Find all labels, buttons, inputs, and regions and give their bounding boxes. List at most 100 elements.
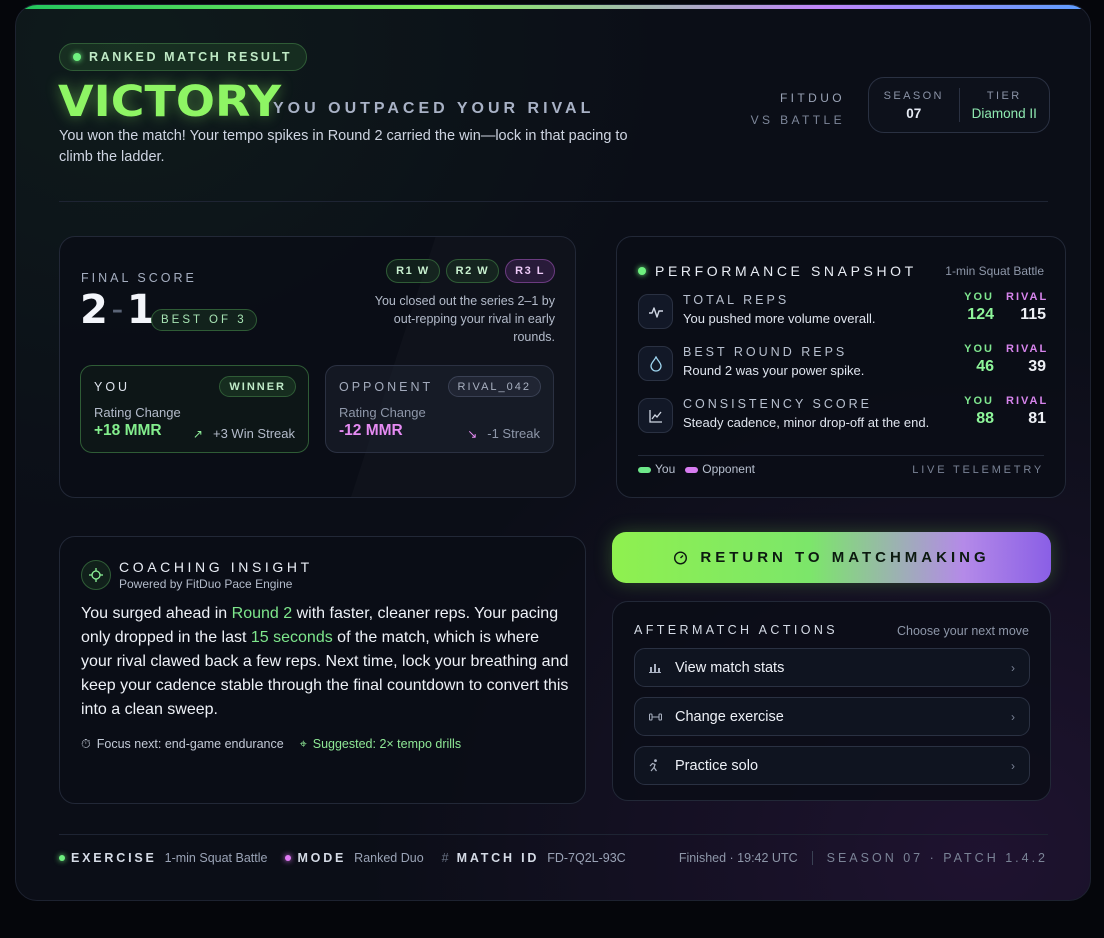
suggested-label: Suggested: 2× tempo drills <box>312 737 462 751</box>
rival-value: 81 <box>1028 410 1046 427</box>
timer-icon <box>674 551 688 565</box>
you-card: YOU WINNER Rating Change +18 MMR ↗ +3 Win… <box>80 365 309 453</box>
metric-you: YOU 46 <box>954 343 994 376</box>
brand-name: FITDUO <box>779 91 845 105</box>
status-dot-icon <box>73 53 81 61</box>
flame-icon <box>638 346 673 381</box>
opponent-mmr: -12 MMR <box>339 422 403 439</box>
finished-time: Finished · 19:42 UTC <box>678 851 798 865</box>
you-streak: ↗ +3 Win Streak <box>193 426 295 441</box>
divider <box>59 834 1048 835</box>
action-label: Practice solo <box>675 757 759 774</box>
opponent-label: OPPONENT <box>339 380 434 394</box>
metric-you: YOU 124 <box>954 291 994 324</box>
legend-you-label: You <box>655 462 676 476</box>
action-label: View match stats <box>675 659 785 676</box>
swatch-you <box>638 467 651 473</box>
rival-key: RIVAL <box>1006 291 1049 303</box>
target-icon <box>81 560 111 590</box>
dumbbell-icon <box>649 713 665 721</box>
result-title: VICTORY <box>58 77 282 127</box>
final-score-panel: FINAL SCORE 2–1 BEST OF 3 R1 W R2 W R3 L… <box>59 236 576 498</box>
performance-title-label: PERFORMANCE SNAPSHOT <box>655 263 917 279</box>
tier-label: TIER <box>986 89 1022 102</box>
score-you: 2 <box>80 287 108 333</box>
chevron-right-icon: › <box>1011 758 1015 773</box>
metric-desc: Steady cadence, minor drop-off at the en… <box>683 415 930 430</box>
round-chip-3: R3 L <box>505 259 555 283</box>
rival-key: RIVAL <box>1006 395 1049 407</box>
live-telemetry-label: LIVE TELEMETRY <box>912 464 1044 476</box>
season-cell: SEASON 07 <box>869 78 959 132</box>
divider <box>638 455 1044 456</box>
hash-icon: # <box>441 851 449 865</box>
metric-rival: RIVAL 39 <box>1006 343 1046 376</box>
accent-bar <box>16 5 1090 9</box>
round-chips: R1 W R2 W R3 L <box>386 259 555 283</box>
exercise-key: EXERCISE <box>71 851 157 865</box>
performance-panel: PERFORMANCE SNAPSHOT 1-min Squat Battle … <box>616 236 1066 498</box>
rating-change-label: Rating Change <box>94 405 181 420</box>
focus-next: ⏱ Focus next: end-game endurance <box>81 737 284 752</box>
you-key: YOU <box>964 343 994 355</box>
performance-subtitle: 1-min Squat Battle <box>945 264 1044 278</box>
metric-rival: RIVAL 115 <box>1006 291 1046 324</box>
you-mmr: +18 MMR <box>94 422 162 439</box>
you-value: 124 <box>967 306 994 323</box>
footer-meta: EXERCISE 1-min Squat Battle MODE Ranked … <box>59 851 644 865</box>
tier-cell: TIER Diamond II <box>960 78 1050 132</box>
change-exercise-button[interactable]: Change exercise › <box>634 697 1030 736</box>
legend-opponent: Opponent <box>685 462 755 476</box>
opponent-streak-label: -1 Streak <box>487 426 540 441</box>
metric-title: CONSISTENCY SCORE <box>683 397 872 411</box>
status-dot-icon <box>638 267 646 275</box>
score-dash: – <box>111 298 123 323</box>
performance-title: PERFORMANCE SNAPSHOT <box>638 263 917 279</box>
you-key: YOU <box>964 395 994 407</box>
footer-status: Finished · 19:42 UTC SEASON 07 · PATCH 1… <box>679 851 1048 865</box>
patch-label: SEASON 07 · PATCH 1.4.2 <box>826 851 1048 865</box>
match-id-key: MATCH ID <box>456 851 540 865</box>
series-note: You closed out the series 2–1 by out-rep… <box>374 294 555 344</box>
status-dot-icon <box>59 855 65 861</box>
aftermatch-panel: AFTERMATCH ACTIONS Choose your next move… <box>612 601 1051 801</box>
ranked-badge: RANKED MATCH RESULT <box>59 43 308 71</box>
metric-title: TOTAL REPS <box>683 293 790 307</box>
action-label: Change exercise <box>675 708 784 725</box>
metric-best-round: BEST ROUND REPS Round 2 was your power s… <box>638 343 1046 383</box>
mode-value: Ranked Duo <box>354 851 424 865</box>
return-to-matchmaking-button[interactable]: RETURN TO MATCHMAKING <box>612 532 1051 583</box>
tier-value: Diamond II <box>971 105 1037 121</box>
season-label: SEASON <box>883 89 944 102</box>
chart-icon <box>638 398 673 433</box>
brand-mode: VS BATTLE <box>750 113 845 127</box>
view-match-stats-button[interactable]: View match stats › <box>634 648 1030 687</box>
round-chip-1: R1 W <box>386 259 440 283</box>
stopwatch-icon: ⏱ <box>81 737 91 751</box>
practice-solo-button[interactable]: Practice solo › <box>634 746 1030 785</box>
coaching-subtitle: Powered by FitDuo Pace Engine <box>119 577 293 591</box>
coaching-highlight: Round 2 <box>231 605 293 622</box>
season-tier-box: SEASON 07 TIER Diamond II <box>868 77 1050 133</box>
best-of-badge: BEST OF 3 <box>151 309 257 331</box>
metric-title: BEST ROUND REPS <box>683 345 848 359</box>
aftermatch-title: AFTERMATCH ACTIONS <box>634 623 839 637</box>
you-streak-label: +3 Win Streak <box>212 426 295 441</box>
you-key: YOU <box>964 291 994 303</box>
rival-value: 39 <box>1028 358 1046 375</box>
winner-badge: WINNER <box>219 376 296 397</box>
season-value: 07 <box>906 105 922 121</box>
divider <box>59 201 1048 202</box>
you-value: 88 <box>976 410 994 427</box>
coaching-title: COACHING INSIGHT <box>119 559 313 575</box>
brand: FITDUO VS BATTLE <box>751 87 845 131</box>
metric-you: YOU 88 <box>954 395 994 428</box>
focus-label: Focus next: end-game endurance <box>96 737 284 751</box>
match-id-value: FD-7Q2L-93C <box>547 851 626 865</box>
suggested-drills: ⌖ Suggested: 2× tempo drills <box>300 737 461 752</box>
metric-total-reps: TOTAL REPS You pushed more volume overal… <box>638 291 1046 331</box>
score-value: 2–1 <box>80 287 155 333</box>
legend-opponent-label: Opponent <box>702 462 755 476</box>
rating-change-label: Rating Change <box>339 405 426 420</box>
coaching-highlight: 15 seconds <box>250 629 333 646</box>
